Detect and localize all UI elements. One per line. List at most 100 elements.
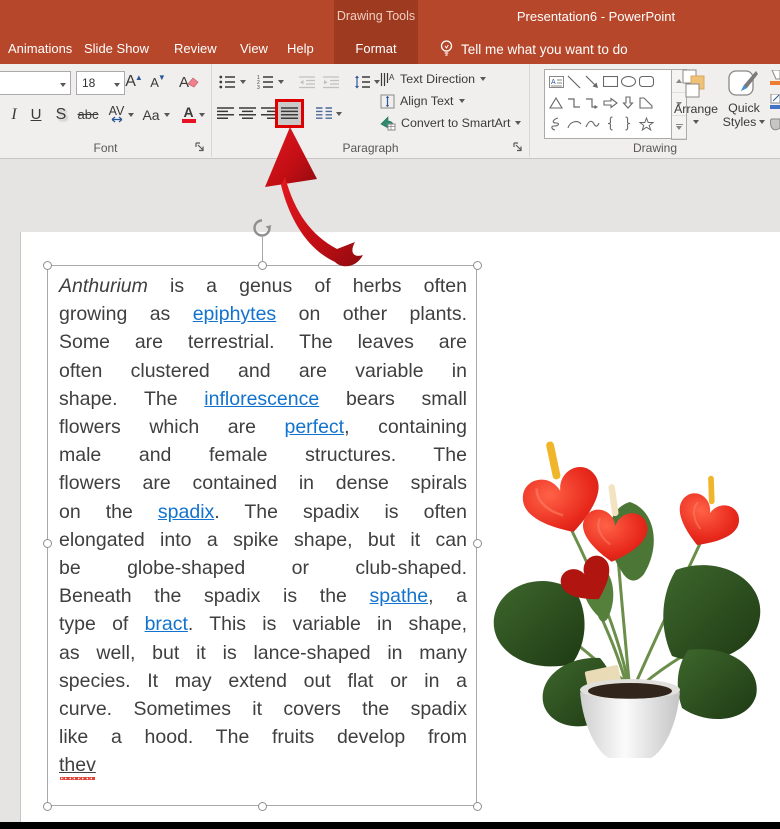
scribble-shape-icon[interactable] xyxy=(550,116,562,131)
strikethrough-button[interactable]: abc xyxy=(74,102,102,127)
rotate-handle[interactable] xyxy=(251,217,273,239)
shape-fill-icon[interactable] xyxy=(770,70,780,86)
text-box-shape-icon[interactable]: A xyxy=(548,75,564,88)
elbow-connector-icon[interactable] xyxy=(567,97,581,109)
textbox-line: as well, but it is lance-shaped in many xyxy=(59,639,467,667)
l-shape-icon[interactable] xyxy=(639,96,653,109)
right-arrow-shape-icon[interactable] xyxy=(602,96,618,109)
text-shadow-button[interactable]: S xyxy=(50,102,72,127)
smartart-icon xyxy=(380,115,396,130)
grow-font-button[interactable]: A ▲ xyxy=(123,70,145,94)
chevron-down-icon xyxy=(114,83,120,87)
hyperlink[interactable]: spadix xyxy=(158,501,214,523)
textbox-line: like a hood. The fruits develop from xyxy=(59,723,467,751)
align-left-button[interactable] xyxy=(214,101,236,126)
text-run: . The spadix is often xyxy=(214,500,467,523)
text-run: as well, but it is lance-shaped in many xyxy=(59,641,467,664)
rectangle-shape-icon[interactable] xyxy=(602,76,618,87)
elbow-arrow-connector-icon[interactable] xyxy=(585,97,599,109)
change-case-button[interactable]: Aa xyxy=(140,102,172,127)
shapes-gallery: A xyxy=(544,69,672,139)
triangle-shape-icon[interactable] xyxy=(549,96,563,109)
chevron-down-icon xyxy=(277,80,284,84)
right-brace-shape-icon[interactable] xyxy=(624,116,632,131)
shape-outline-icon[interactable] xyxy=(770,94,780,110)
text-direction-button[interactable]: A Text Direction xyxy=(380,69,487,89)
decrease-indent-icon xyxy=(299,75,315,88)
resize-handle-top-center[interactable] xyxy=(257,260,267,270)
resize-handle-middle-right[interactable] xyxy=(472,538,482,548)
anthurium-textbox[interactable]: Anthurium is a genus of herbs often growi… xyxy=(47,265,477,806)
shape-effects-icon[interactable] xyxy=(770,118,780,132)
font-color-button[interactable]: A xyxy=(178,102,208,127)
line-shape-icon[interactable] xyxy=(567,75,581,89)
hyperlink[interactable]: bract xyxy=(145,613,188,635)
justify-button[interactable] xyxy=(279,101,301,126)
textbox-line: on the spadix. The spadix is often xyxy=(59,498,467,526)
convert-to-smartart-button[interactable]: Convert to SmartArt xyxy=(380,113,522,133)
align-center-button[interactable] xyxy=(236,101,258,126)
font-size-combobox[interactable]: 18 xyxy=(76,71,125,95)
paragraph-dialog-launcher[interactable] xyxy=(513,142,525,154)
resize-handle-bottom-right[interactable] xyxy=(472,801,482,811)
svg-text:A: A xyxy=(389,73,395,82)
hyperlink[interactable]: inflorescence xyxy=(204,388,319,410)
numbering-button[interactable]: 123 xyxy=(254,70,286,94)
resize-handle-bottom-left[interactable] xyxy=(42,801,52,811)
character-spacing-button[interactable]: AV xyxy=(104,102,138,127)
resize-handle-bottom-center[interactable] xyxy=(257,801,267,811)
italic-button[interactable]: I xyxy=(4,102,24,127)
curve-shape-icon[interactable] xyxy=(584,119,600,129)
tab-slide-show[interactable]: Slide Show xyxy=(84,34,149,64)
quick-styles-button[interactable]: Quick Styles xyxy=(718,69,770,151)
underline-button[interactable]: U xyxy=(26,102,46,127)
contextual-group-label: Drawing Tools xyxy=(336,9,416,23)
text-run: , containing xyxy=(344,416,467,439)
tab-help[interactable]: Help xyxy=(287,34,314,64)
resize-handle-top-left[interactable] xyxy=(42,260,52,270)
increase-indent-button xyxy=(320,70,342,94)
textbox-line: elongated into a spike shape, but it can xyxy=(59,526,467,554)
clipped-right-buttons xyxy=(770,70,780,140)
hyperlink[interactable]: spathe xyxy=(370,585,429,607)
tab-animations[interactable]: Animations xyxy=(8,34,72,64)
shrink-font-button[interactable]: A ▼ xyxy=(147,70,169,94)
line-spacing-button[interactable] xyxy=(350,70,384,94)
resize-handle-middle-left[interactable] xyxy=(42,538,52,548)
paragraph-group: 123 A Text Direction Align Text Convert … xyxy=(212,64,530,157)
oval-shape-icon[interactable] xyxy=(620,76,636,87)
align-text-button[interactable]: Align Text xyxy=(380,91,465,111)
tell-me-box[interactable]: Tell me what you want to do xyxy=(440,34,628,64)
rounded-rectangle-shape-icon[interactable] xyxy=(638,76,654,87)
left-brace-shape-icon[interactable] xyxy=(606,116,614,131)
arrow-shape-icon[interactable] xyxy=(585,75,599,89)
eraser-icon xyxy=(187,77,199,88)
arrange-button[interactable]: Arrange xyxy=(674,69,718,151)
clear-formatting-button[interactable]: A xyxy=(176,70,202,94)
line-spacing-icon xyxy=(355,75,370,89)
chevron-down-icon xyxy=(127,112,134,117)
text-run: flowers are contained in dense spirals xyxy=(59,472,467,495)
text-run: often clustered and are variable in xyxy=(59,359,467,382)
text-run: Beneath the spadix is the xyxy=(59,585,370,608)
arc-shape-icon[interactable] xyxy=(566,119,582,129)
hyperlink[interactable]: epiphytes xyxy=(193,303,276,325)
group-label-paragraph: Paragraph xyxy=(342,141,399,155)
columns-button[interactable] xyxy=(312,101,346,126)
text-run: growing as xyxy=(59,303,193,326)
anthurium-plant-image[interactable] xyxy=(480,420,780,760)
text-run: . This is variable in shape, xyxy=(187,613,467,636)
font-dialog-launcher[interactable] xyxy=(195,142,207,154)
hyperlink[interactable]: perfect xyxy=(284,416,344,438)
tab-review[interactable]: Review xyxy=(174,34,217,64)
resize-handle-top-right[interactable] xyxy=(472,260,482,270)
tab-format[interactable]: Format xyxy=(334,34,418,64)
textbox-line: often clustered and are variable in xyxy=(59,357,467,385)
star-shape-icon[interactable] xyxy=(638,116,654,131)
font-name-combobox[interactable] xyxy=(0,71,71,95)
bullets-button[interactable] xyxy=(216,70,248,94)
down-arrow-shape-icon[interactable] xyxy=(622,96,634,109)
tab-view[interactable]: View xyxy=(240,34,268,64)
text-run: , a xyxy=(428,585,467,608)
text-run: is a genus of herbs often xyxy=(147,275,467,297)
